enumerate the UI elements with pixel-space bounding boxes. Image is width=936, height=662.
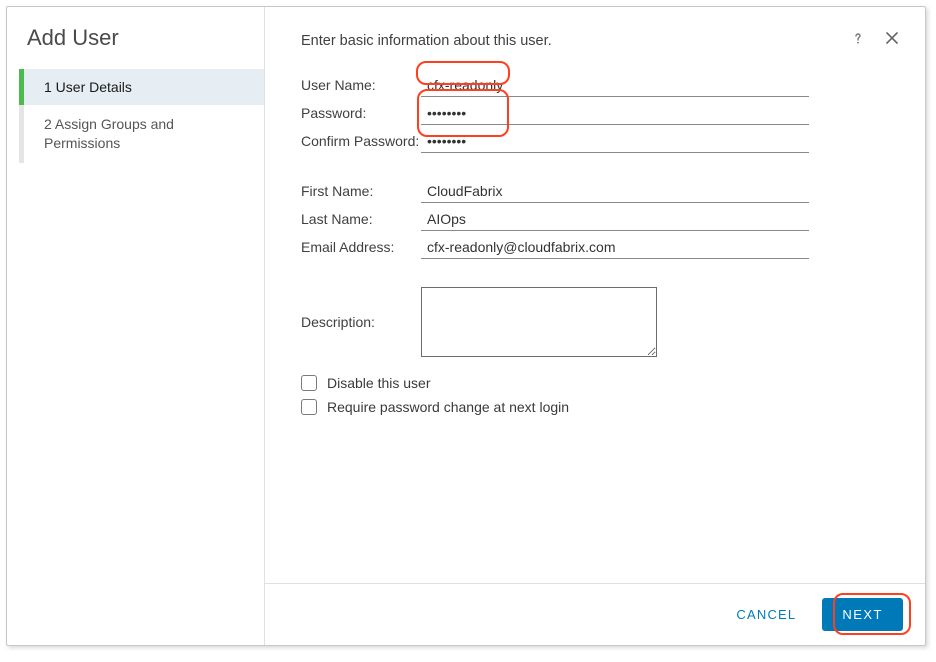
label-description: Description: bbox=[301, 314, 421, 330]
row-password: Password: bbox=[301, 99, 889, 127]
label-firstname: First Name: bbox=[301, 183, 421, 199]
row-lastname: Last Name: bbox=[301, 205, 889, 233]
label-lastname: Last Name: bbox=[301, 211, 421, 227]
require-change-checkbox[interactable] bbox=[301, 399, 317, 415]
cancel-button[interactable]: CANCEL bbox=[726, 599, 806, 630]
help-icon[interactable] bbox=[849, 29, 867, 47]
lastname-field[interactable] bbox=[421, 208, 809, 231]
label-username: User Name: bbox=[301, 77, 421, 93]
dialog-top-icons bbox=[849, 29, 901, 47]
wizard-sidebar: Add User 1 User Details 2 Assign Groups … bbox=[7, 7, 265, 645]
step-label: 2 Assign Groups and Permissions bbox=[44, 116, 174, 151]
row-username: User Name: bbox=[301, 71, 889, 99]
add-user-dialog: Add User 1 User Details 2 Assign Groups … bbox=[6, 6, 926, 646]
dialog-footer: CANCEL NEXT bbox=[265, 583, 925, 645]
row-description: Description: bbox=[301, 287, 889, 357]
email-field[interactable] bbox=[421, 236, 809, 259]
dialog-title: Add User bbox=[7, 21, 264, 69]
disable-user-label: Disable this user bbox=[327, 375, 431, 391]
row-email: Email Address: bbox=[301, 233, 889, 261]
wizard-steps: 1 User Details 2 Assign Groups and Permi… bbox=[7, 69, 264, 163]
step-user-details[interactable]: 1 User Details bbox=[19, 69, 264, 105]
disable-user-checkbox[interactable] bbox=[301, 375, 317, 391]
intro-text: Enter basic information about this user. bbox=[301, 33, 889, 49]
label-confirm-password: Confirm Password: bbox=[301, 133, 421, 149]
wizard-main: Enter basic information about this user.… bbox=[265, 7, 925, 645]
next-button[interactable]: NEXT bbox=[822, 598, 903, 631]
row-firstname: First Name: bbox=[301, 177, 889, 205]
row-confirm-password: Confirm Password: bbox=[301, 127, 889, 155]
row-disable-user: Disable this user bbox=[301, 375, 889, 391]
firstname-field[interactable] bbox=[421, 180, 809, 203]
step-assign-groups[interactable]: 2 Assign Groups and Permissions bbox=[19, 105, 264, 163]
username-field[interactable] bbox=[421, 74, 809, 97]
step-label: 1 User Details bbox=[44, 79, 132, 95]
description-field[interactable] bbox=[421, 287, 657, 357]
label-email: Email Address: bbox=[301, 239, 421, 255]
require-change-label: Require password change at next login bbox=[327, 399, 569, 415]
password-field[interactable] bbox=[421, 102, 809, 125]
row-require-change: Require password change at next login bbox=[301, 399, 889, 415]
close-icon[interactable] bbox=[883, 29, 901, 47]
confirm-password-field[interactable] bbox=[421, 130, 809, 153]
label-password: Password: bbox=[301, 105, 421, 121]
